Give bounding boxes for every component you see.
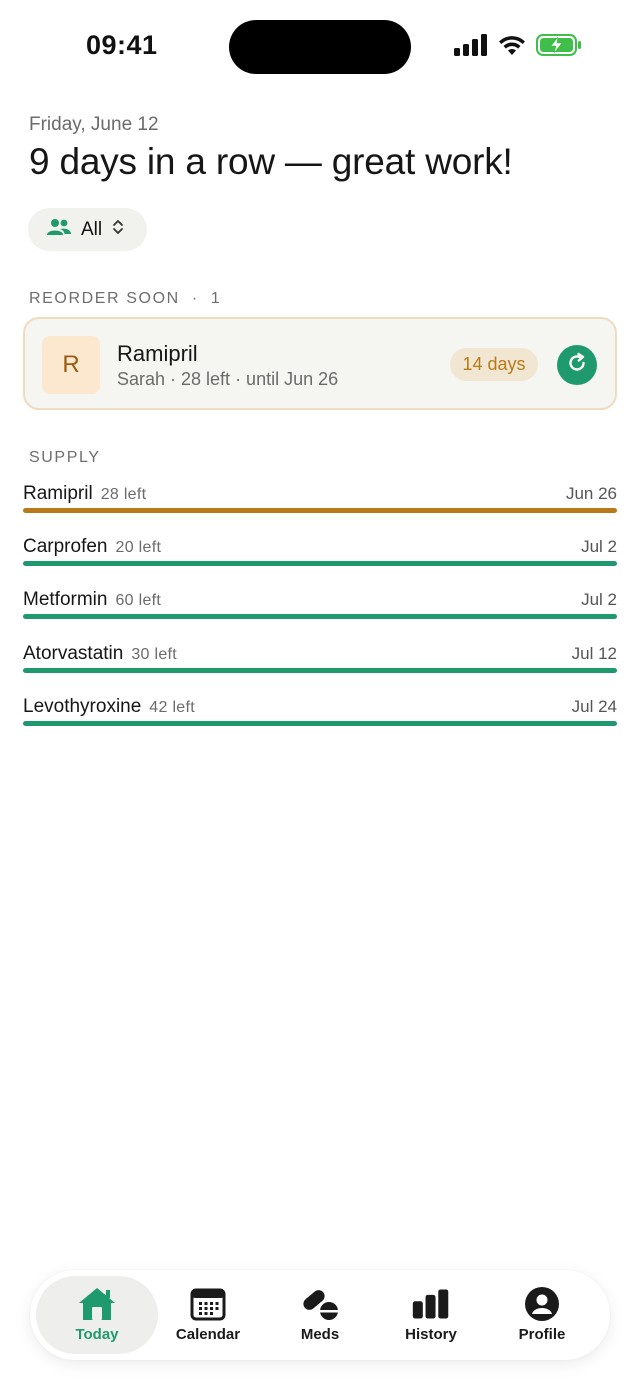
section-separator: · xyxy=(179,290,211,307)
battery-icon xyxy=(536,34,582,61)
calendar-icon xyxy=(188,1286,228,1322)
supply-bar xyxy=(23,614,617,619)
filter-label: All xyxy=(81,218,103,240)
tab-label: Meds xyxy=(300,1326,340,1343)
dynamic-island xyxy=(229,20,411,74)
tab-meds[interactable]: Meds xyxy=(259,1276,381,1354)
supply-remaining: 42 left xyxy=(149,699,195,716)
supply-med-name: Metformin xyxy=(23,589,108,610)
profile-icon xyxy=(522,1286,562,1322)
supply-med-name: Atorvastatin xyxy=(23,643,124,664)
bar-chart-icon xyxy=(411,1286,451,1322)
streak-headline: 9 days in a row — great work! xyxy=(29,141,513,182)
supply-name: Levothyroxine 42 left xyxy=(23,696,195,718)
tab-bar: Today Calendar Meds History Profile xyxy=(30,1270,610,1360)
signal-icon xyxy=(454,34,488,61)
home-icon xyxy=(77,1286,117,1322)
tab-label: Profile xyxy=(518,1326,566,1343)
supply-med-name: Levothyroxine xyxy=(23,696,142,717)
supply-bar xyxy=(23,561,617,566)
days-remaining-badge: 14 days xyxy=(450,348,538,381)
supply-med-name: Carprofen xyxy=(23,536,108,557)
supply-remaining: 30 left xyxy=(131,646,178,663)
supply-bar xyxy=(23,668,617,673)
supply-row[interactable]: Metformin 60 left Jul 2 xyxy=(23,589,617,629)
supply-name: Carprofen 20 left xyxy=(23,536,161,558)
reorder-section-title: REORDER SOON xyxy=(29,290,180,307)
tab-profile[interactable]: Profile xyxy=(481,1276,603,1354)
person-filter-button[interactable]: All xyxy=(28,208,147,251)
supply-end-date: Jul 2 xyxy=(581,537,617,556)
tab-label: Calendar xyxy=(175,1326,241,1343)
reorder-card[interactable]: R Ramipril Sarah · 28 left · until Jun 2… xyxy=(23,317,617,410)
status-time: 09:41 xyxy=(86,30,158,60)
wifi-icon xyxy=(498,34,526,61)
supply-name: Metformin 60 left xyxy=(23,589,161,611)
reorder-section-label: REORDER SOON · 1 xyxy=(29,290,221,308)
supply-name: Ramipril 28 left xyxy=(23,483,146,505)
reorder-med-details: Sarah · 28 left · until Jun 26 xyxy=(117,369,339,389)
supply-remaining: 60 left xyxy=(115,592,162,609)
supply-row[interactable]: Atorvastatin 30 left Jul 12 xyxy=(23,643,617,683)
supply-end-date: Jul 12 xyxy=(571,644,617,663)
supply-row[interactable]: Levothyroxine 42 left Jul 24 xyxy=(23,696,617,736)
tab-today[interactable]: Today xyxy=(36,1276,158,1354)
today-screen: 09:41 Friday, June 12 9 days in a row — … xyxy=(0,0,640,1391)
tab-label: Today xyxy=(75,1326,119,1343)
supply-bar xyxy=(23,508,617,513)
supply-end-date: Jun 26 xyxy=(565,484,617,503)
refresh-icon xyxy=(566,352,588,379)
supply-end-date: Jul 2 xyxy=(581,590,617,609)
tab-calendar[interactable]: Calendar xyxy=(147,1276,269,1354)
supply-name: Atorvastatin 30 left xyxy=(23,643,177,665)
tab-label: History xyxy=(405,1326,457,1343)
supply-row[interactable]: Ramipril 28 left Jun 26 xyxy=(23,483,617,523)
supply-med-name: Ramipril xyxy=(23,483,93,504)
reorder-count: 1 xyxy=(210,290,222,307)
reorder-button[interactable] xyxy=(557,345,597,385)
supply-remaining: 28 left xyxy=(100,486,147,503)
chevron-up-down-icon xyxy=(112,218,124,242)
supply-remaining: 20 left xyxy=(115,539,162,556)
supply-bar xyxy=(23,721,617,726)
pills-icon xyxy=(300,1286,340,1322)
supply-section-label: SUPPLY xyxy=(29,449,101,466)
people-icon xyxy=(47,218,71,242)
supply-end-date: Jul 24 xyxy=(571,697,617,716)
date-label: Friday, June 12 xyxy=(29,114,159,135)
supply-row[interactable]: Carprofen 20 left Jul 2 xyxy=(23,536,617,576)
tab-history[interactable]: History xyxy=(370,1276,492,1354)
status-icons xyxy=(454,34,582,61)
reorder-med-name: Ramipril xyxy=(117,341,198,366)
med-avatar: R xyxy=(42,336,100,394)
